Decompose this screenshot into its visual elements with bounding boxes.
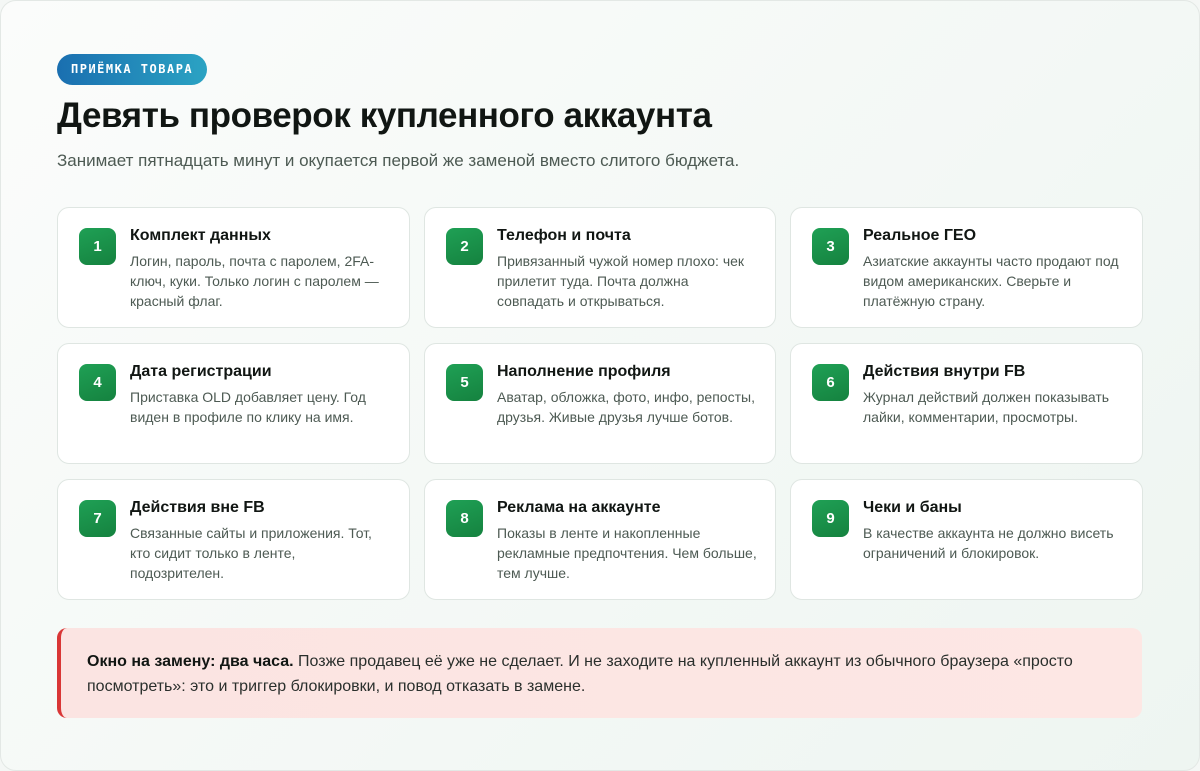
check-number: 2: [446, 228, 483, 265]
check-number: 8: [446, 500, 483, 537]
check-title: Дата регистрации: [130, 363, 272, 380]
check-description: Связанные сайты и приложения. Тот, кто с…: [130, 525, 372, 581]
check-number: 1: [79, 228, 116, 265]
page-subtitle: Занимает пятнадцать минут и окупается пе…: [57, 151, 740, 170]
check-number: 3: [812, 228, 849, 265]
section-badge: ПРИЁМКА ТОВАРА: [57, 54, 208, 85]
check-number: 7: [79, 500, 116, 537]
check-card: 8 Реклама на аккаунте Показы в ленте и н…: [424, 479, 776, 600]
check-title: Реклама на аккаунте: [497, 499, 661, 516]
warning-lead: Окно на замену: два часа.: [87, 653, 294, 670]
check-card: 9 Чеки и баны В качестве аккаунта не дол…: [790, 479, 1143, 600]
check-card: 2 Телефон и почта Привязанный чужой номе…: [424, 207, 776, 328]
check-title: Комплект данных: [130, 227, 271, 244]
checks-grid: 1 Комплект данных Логин, пароль, почта с…: [57, 207, 1143, 600]
check-description: Привязанный чужой номер плохо: чек приле…: [497, 253, 745, 309]
check-title: Чеки и баны: [863, 499, 962, 516]
check-number: 6: [812, 364, 849, 401]
check-card: 3 Реальное ГЕО Азиатские аккаунты часто …: [790, 207, 1143, 328]
check-description: Логин, пароль, почта с паролем, 2FA-ключ…: [130, 253, 379, 309]
check-description: Приставка OLD добавляет цену. Год виден …: [130, 389, 366, 425]
check-title: Реальное ГЕО: [863, 227, 977, 244]
check-number: 9: [812, 500, 849, 537]
check-description: Азиатские аккаунты часто продают под вид…: [863, 253, 1119, 309]
check-title: Действия вне FB: [130, 499, 265, 516]
check-description: В качестве аккаунта не должно висеть огр…: [863, 525, 1114, 561]
check-card: 7 Действия вне FB Связанные сайты и прил…: [57, 479, 410, 600]
check-card: 1 Комплект данных Логин, пароль, почта с…: [57, 207, 410, 328]
check-description: Аватар, обложка, фото, инфо, репосты, др…: [497, 389, 755, 425]
check-number: 4: [79, 364, 116, 401]
check-description: Показы в ленте и накопленные рекламные п…: [497, 525, 757, 581]
check-title: Наполнение профиля: [497, 363, 671, 380]
warning-callout: Окно на замену: два часа. Позже продавец…: [57, 628, 1142, 718]
page-title: Девять проверок купленного аккаунта: [57, 96, 712, 135]
check-card: 4 Дата регистрации Приставка OLD добавля…: [57, 343, 410, 464]
check-card: 5 Наполнение профиля Аватар, обложка, фо…: [424, 343, 776, 464]
check-number: 5: [446, 364, 483, 401]
check-title: Телефон и почта: [497, 227, 631, 244]
check-description: Журнал действий должен показывать лайки,…: [863, 389, 1110, 425]
check-title: Действия внутри FB: [863, 363, 1026, 380]
check-card: 6 Действия внутри FB Журнал действий дол…: [790, 343, 1143, 464]
